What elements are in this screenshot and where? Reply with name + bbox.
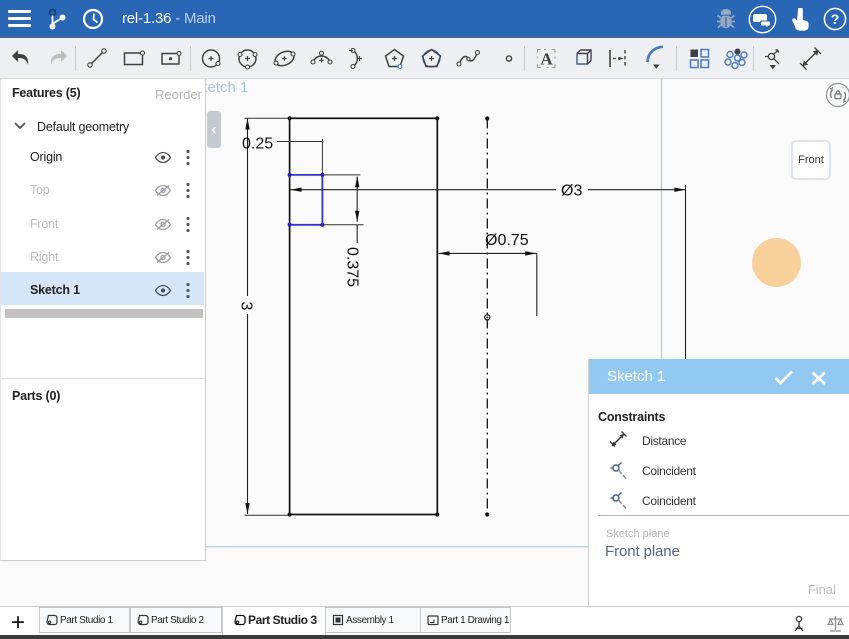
svg-text:0.375: 0.375: [344, 247, 361, 287]
svg-text:Ø0.75: Ø0.75: [485, 232, 529, 249]
svg-text:0.25: 0.25: [242, 136, 273, 153]
svg-text:Ø3: Ø3: [561, 183, 582, 200]
svg-text:A: A: [540, 50, 553, 69]
svg-text:3: 3: [238, 302, 255, 311]
svg-text:?: ?: [831, 11, 840, 27]
